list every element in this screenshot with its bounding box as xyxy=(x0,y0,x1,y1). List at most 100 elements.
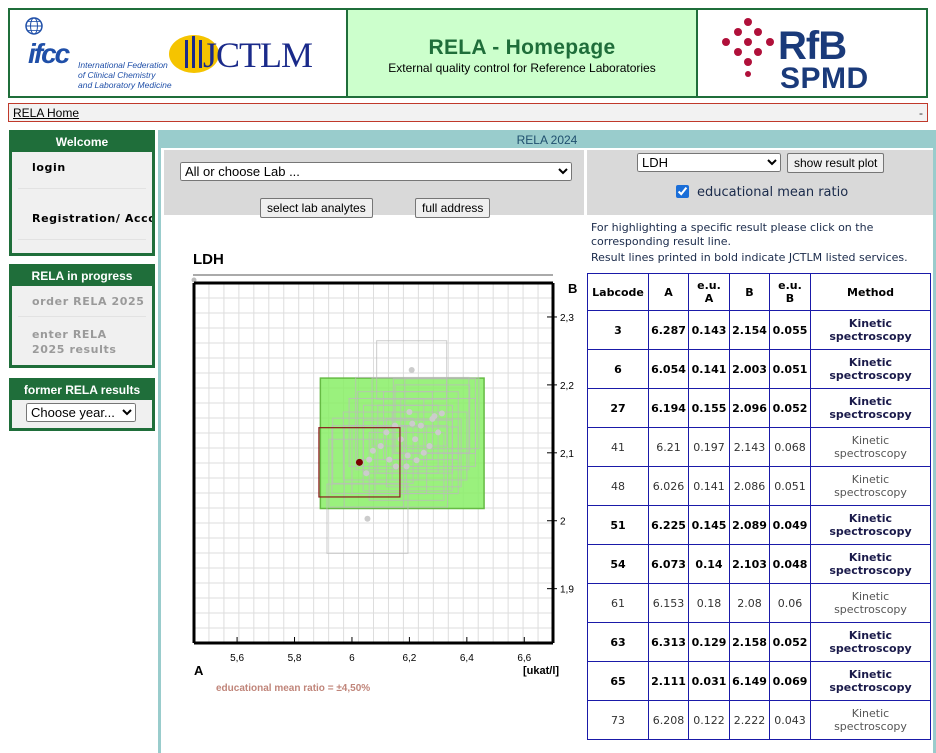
cell-a: 6.054 xyxy=(648,349,689,389)
table-row[interactable]: 54 6.073 0.14 2.103 0.048 Kinetic spectroscopy xyxy=(587,544,931,584)
breadcrumb-home-link[interactable]: RELA Home xyxy=(13,106,79,120)
table-row[interactable]: 73 6.208 0.122 2.222 0.043 Kinetic spectroscop… xyxy=(587,700,931,740)
cell-a: 6.313 xyxy=(648,622,689,662)
cell-eu-b: 0.051 xyxy=(769,349,811,389)
former-results-box: former RELA results Choose year... xyxy=(9,378,155,431)
cell-b: 2.154 xyxy=(729,310,770,350)
rela-progress-title: RELA in progress xyxy=(12,267,152,286)
cell-eu-a: 0.031 xyxy=(688,661,730,701)
cell-eu-a: 0.143 xyxy=(688,310,730,350)
cell-b: 6.149 xyxy=(729,661,770,701)
cell-method: Kinetic spectroscopy xyxy=(810,466,931,506)
col-header-b: B xyxy=(729,273,770,311)
educational-mean-caption: educational mean ratio = ±4,50% xyxy=(216,683,370,694)
login-link[interactable]: login xyxy=(12,152,152,188)
cell-method: Kinetic spectroscopy xyxy=(810,349,931,389)
full-address-button[interactable]: full address xyxy=(415,198,491,218)
table-row[interactable]: 48 6.026 0.141 2.086 0.051 Kinetic spectroscop… xyxy=(587,466,931,506)
breadcrumb-trailing: - xyxy=(919,106,923,120)
jctlm-logo-text: JCTLM xyxy=(203,35,313,75)
educational-mean-ratio-checkbox[interactable] xyxy=(676,185,689,198)
x-tick-label: 6,4 xyxy=(460,653,474,664)
highlight-info-text: For highlighting a specific result pleas… xyxy=(591,221,874,248)
cell-labcode: 65 xyxy=(587,661,649,701)
cell-labcode: 3 xyxy=(587,310,649,350)
year-select[interactable]: Choose year... xyxy=(26,403,136,422)
table-row[interactable]: 63 6.313 0.129 2.158 0.052 Kinetic spectroscop… xyxy=(587,622,931,662)
data-point xyxy=(377,443,384,450)
cell-eu-a: 0.141 xyxy=(688,349,730,389)
data-point xyxy=(429,415,436,422)
cell-labcode: 61 xyxy=(587,583,649,623)
table-row[interactable]: 61 6.153 0.18 2.08 0.06 Kinetic spectroscopy xyxy=(587,583,931,623)
breadcrumb: RELA Home - xyxy=(8,103,928,122)
cell-method: Kinetic spectroscopy xyxy=(810,310,931,350)
ifcc-logo-line1: International Federation xyxy=(78,60,168,70)
data-point xyxy=(406,409,413,416)
page-title: RELA - Homepage xyxy=(428,36,616,59)
show-result-plot-button[interactable]: show result plot xyxy=(787,153,885,173)
cell-labcode: 54 xyxy=(587,544,649,584)
cell-eu-a: 0.18 xyxy=(688,583,730,623)
table-row[interactable]: 65 2.111 0.031 6.149 0.069 Kinetic spectroscop… xyxy=(587,661,931,701)
cell-method: Kinetic spectroscopy xyxy=(810,505,931,545)
chart-title: LDH xyxy=(193,251,224,268)
y-tick-label: 2,3 xyxy=(560,313,574,324)
x-axis-label: A xyxy=(194,663,204,678)
cell-labcode: 51 xyxy=(587,505,649,545)
cell-eu-a: 0.155 xyxy=(688,388,730,428)
analyte-select[interactable]: LDH xyxy=(637,153,781,172)
table-row[interactable]: 41 6.21 0.197 2.143 0.068 Kinetic spectroscopy xyxy=(587,427,931,467)
welcome-box-title: Welcome xyxy=(12,133,152,152)
col-header-labcode: Labcode xyxy=(587,273,649,311)
table-row[interactable]: 51 6.225 0.145 2.089 0.049 Kinetic spectroscop… xyxy=(587,505,931,545)
data-point xyxy=(420,449,427,456)
header-title-panel: RELA - Homepage External quality control… xyxy=(348,10,698,96)
data-point xyxy=(369,447,376,454)
order-rela-link[interactable]: order RELA 2025 xyxy=(12,286,152,316)
analyte-filter-panel: LDH show result plot educational mean ra… xyxy=(587,150,933,215)
cell-eu-b: 0.068 xyxy=(769,427,811,467)
cell-b: 2.158 xyxy=(729,622,770,662)
rfb-logo: RfB SPMD xyxy=(698,10,926,96)
registration-account-link[interactable]: Registration/ Account xyxy=(12,189,152,239)
bold-info-text: Result lines printed in bold indicate JC… xyxy=(591,251,908,264)
table-row[interactable]: 3 6.287 0.143 2.154 0.055 Kinetic spectroscopy xyxy=(587,310,931,350)
col-header-eu-a: e.u. A xyxy=(688,273,730,311)
data-point xyxy=(397,436,404,443)
cell-a: 6.153 xyxy=(648,583,689,623)
table-row[interactable]: 27 6.194 0.155 2.096 0.052 Kinetic spectroscop… xyxy=(587,388,931,428)
cell-eu-b: 0.055 xyxy=(769,310,811,350)
page-header: ifcc International Federation of Clinica… xyxy=(8,8,928,98)
cell-b: 2.222 xyxy=(729,700,770,740)
y-axis-label: B xyxy=(568,281,577,296)
cell-b: 2.089 xyxy=(729,505,770,545)
cell-a: 6.073 xyxy=(648,544,689,584)
chart-target-box xyxy=(319,377,485,510)
data-point xyxy=(383,429,390,436)
col-header-a: A xyxy=(648,273,689,311)
data-point xyxy=(363,470,370,477)
cell-eu-a: 0.129 xyxy=(688,622,730,662)
cell-eu-a: 0.197 xyxy=(688,427,730,467)
data-point xyxy=(403,463,410,470)
data-point xyxy=(404,452,411,459)
cell-a: 6.287 xyxy=(648,310,689,350)
lab-select[interactable]: All or choose Lab ... xyxy=(180,162,572,181)
table-row[interactable]: 6 6.054 0.141 2.003 0.051 Kinetic spectroscopy xyxy=(587,349,931,389)
lab-filter-panel: All or choose Lab ... select lab analyte… xyxy=(164,150,584,218)
data-point xyxy=(409,420,416,427)
cell-eu-a: 0.14 xyxy=(688,544,730,584)
cell-a: 6.225 xyxy=(648,505,689,545)
result-plot: LDH 5,6 5,8 6 6,2 6,4 6,6 1,9 2 2,1 2,2 2,3 A B [u… xyxy=(191,251,577,694)
results-table: Labcode A e.u. A B e.u. B Method 3 6.287 0.1… xyxy=(587,273,931,740)
select-lab-analytes-button[interactable]: select lab analytes xyxy=(260,198,373,218)
cell-b: 2.08 xyxy=(729,583,770,623)
enter-rela-results-link[interactable]: enter RELA 2025 results xyxy=(12,317,142,357)
cell-a: 2.111 xyxy=(648,661,689,701)
cell-b: 2.003 xyxy=(729,349,770,389)
y-tick-label: 2,2 xyxy=(560,381,574,392)
col-header-eu-b: e.u. B xyxy=(769,273,811,311)
cell-b: 2.086 xyxy=(729,466,770,506)
cell-labcode: 27 xyxy=(587,388,649,428)
